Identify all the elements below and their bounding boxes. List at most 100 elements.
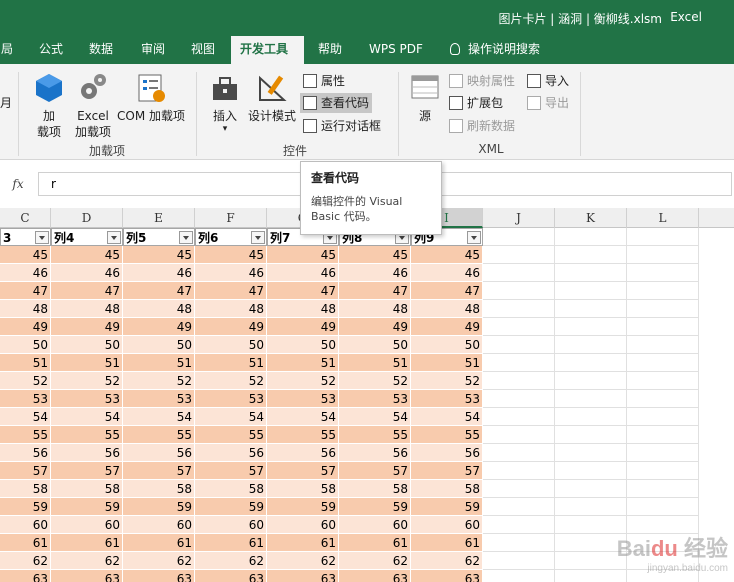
empty-cell[interactable] [483, 426, 555, 444]
table-cell[interactable]: 47 [267, 282, 339, 300]
column-header-f[interactable]: F [195, 208, 267, 228]
table-cell[interactable]: 45 [51, 246, 123, 264]
tab-help[interactable]: 帮助 [309, 36, 351, 64]
table-cell[interactable]: 62 [195, 552, 267, 570]
column-header-k[interactable]: K [555, 208, 627, 228]
table-cell[interactable]: 62 [411, 552, 483, 570]
table-cell[interactable]: 52 [339, 372, 411, 390]
tab-page-layout[interactable]: 局 [0, 36, 22, 64]
empty-cell[interactable] [483, 534, 555, 552]
empty-cell[interactable] [627, 228, 699, 246]
table-cell[interactable]: 54 [0, 408, 51, 426]
table-cell[interactable]: 55 [0, 426, 51, 444]
table-cell[interactable]: 47 [195, 282, 267, 300]
table-cell[interactable]: 61 [411, 534, 483, 552]
tab-data[interactable]: 数据 [80, 36, 122, 64]
table-cell[interactable]: 62 [51, 552, 123, 570]
table-cell[interactable]: 57 [0, 462, 51, 480]
table-cell[interactable]: 63 [195, 570, 267, 582]
tab-tell-me[interactable]: 操作说明搜索 [441, 36, 549, 64]
empty-cell[interactable] [555, 264, 627, 282]
table-cell[interactable]: 46 [267, 264, 339, 282]
table-cell[interactable]: 51 [339, 354, 411, 372]
table-cell[interactable]: 62 [267, 552, 339, 570]
table-cell[interactable]: 53 [411, 390, 483, 408]
empty-cell[interactable] [483, 246, 555, 264]
table-cell[interactable]: 51 [123, 354, 195, 372]
table-cell[interactable]: 47 [123, 282, 195, 300]
table-cell[interactable]: 53 [123, 390, 195, 408]
table-cell[interactable]: 45 [123, 246, 195, 264]
table-cell[interactable]: 48 [51, 300, 123, 318]
empty-cell[interactable] [483, 354, 555, 372]
table-cell[interactable]: 46 [195, 264, 267, 282]
table-cell[interactable]: 59 [0, 498, 51, 516]
empty-cell[interactable] [555, 372, 627, 390]
empty-cell[interactable] [627, 462, 699, 480]
table-cell[interactable]: 56 [411, 444, 483, 462]
table-cell[interactable]: 46 [339, 264, 411, 282]
table-cell[interactable]: 46 [411, 264, 483, 282]
table-cell[interactable]: 53 [0, 390, 51, 408]
table-cell[interactable]: 62 [339, 552, 411, 570]
filter-dropdown-icon[interactable] [251, 231, 265, 244]
table-cell[interactable]: 45 [0, 246, 51, 264]
table-cell[interactable]: 58 [0, 480, 51, 498]
run-dialog-button[interactable]: 运行对话框 [300, 116, 384, 136]
empty-cell[interactable] [483, 552, 555, 570]
table-cell[interactable]: 49 [0, 318, 51, 336]
import-button[interactable]: 导入 [524, 71, 572, 91]
table-cell[interactable]: 58 [51, 480, 123, 498]
table-cell[interactable]: 62 [0, 552, 51, 570]
com-addins-button[interactable]: COM 加载项 [114, 72, 188, 124]
table-cell[interactable]: 50 [195, 336, 267, 354]
table-cell[interactable]: 63 [123, 570, 195, 582]
column-header-d[interactable]: D [51, 208, 123, 228]
table-cell[interactable]: 61 [123, 534, 195, 552]
empty-cell[interactable] [627, 300, 699, 318]
table-cell[interactable]: 51 [267, 354, 339, 372]
empty-cell[interactable] [627, 336, 699, 354]
table-header-cell[interactable]: 列5 [123, 228, 195, 246]
table-cell[interactable]: 49 [411, 318, 483, 336]
tab-formulas[interactable]: 公式 [30, 36, 72, 64]
empty-cell[interactable] [483, 570, 555, 582]
table-cell[interactable]: 59 [51, 498, 123, 516]
table-cell[interactable]: 63 [51, 570, 123, 582]
table-cell[interactable]: 57 [339, 462, 411, 480]
table-cell[interactable]: 50 [339, 336, 411, 354]
empty-cell[interactable] [627, 444, 699, 462]
empty-cell[interactable] [483, 228, 555, 246]
table-cell[interactable]: 54 [195, 408, 267, 426]
table-cell[interactable]: 61 [267, 534, 339, 552]
table-cell[interactable]: 60 [51, 516, 123, 534]
table-cell[interactable]: 49 [195, 318, 267, 336]
empty-cell[interactable] [627, 372, 699, 390]
expansion-packs-button[interactable]: 扩展包 [446, 93, 506, 113]
table-cell[interactable]: 46 [0, 264, 51, 282]
excel-addins-button[interactable]: Excel 加载项 [72, 72, 114, 140]
empty-cell[interactable] [483, 498, 555, 516]
table-cell[interactable]: 47 [0, 282, 51, 300]
table-cell[interactable]: 63 [339, 570, 411, 582]
insert-control-button[interactable]: 插入 ▾ [206, 72, 244, 134]
table-cell[interactable]: 45 [195, 246, 267, 264]
table-cell[interactable]: 50 [123, 336, 195, 354]
empty-cell[interactable] [627, 318, 699, 336]
table-cell[interactable]: 48 [411, 300, 483, 318]
table-cell[interactable]: 55 [267, 426, 339, 444]
table-cell[interactable]: 58 [267, 480, 339, 498]
table-cell[interactable]: 57 [51, 462, 123, 480]
table-cell[interactable]: 50 [0, 336, 51, 354]
table-cell[interactable]: 47 [339, 282, 411, 300]
empty-cell[interactable] [627, 390, 699, 408]
empty-cell[interactable] [555, 318, 627, 336]
empty-cell[interactable] [483, 300, 555, 318]
table-cell[interactable]: 48 [339, 300, 411, 318]
table-cell[interactable]: 61 [0, 534, 51, 552]
properties-button[interactable]: 属性 [300, 71, 348, 91]
table-cell[interactable]: 53 [339, 390, 411, 408]
table-cell[interactable]: 57 [195, 462, 267, 480]
table-cell[interactable]: 45 [267, 246, 339, 264]
table-cell[interactable]: 61 [339, 534, 411, 552]
